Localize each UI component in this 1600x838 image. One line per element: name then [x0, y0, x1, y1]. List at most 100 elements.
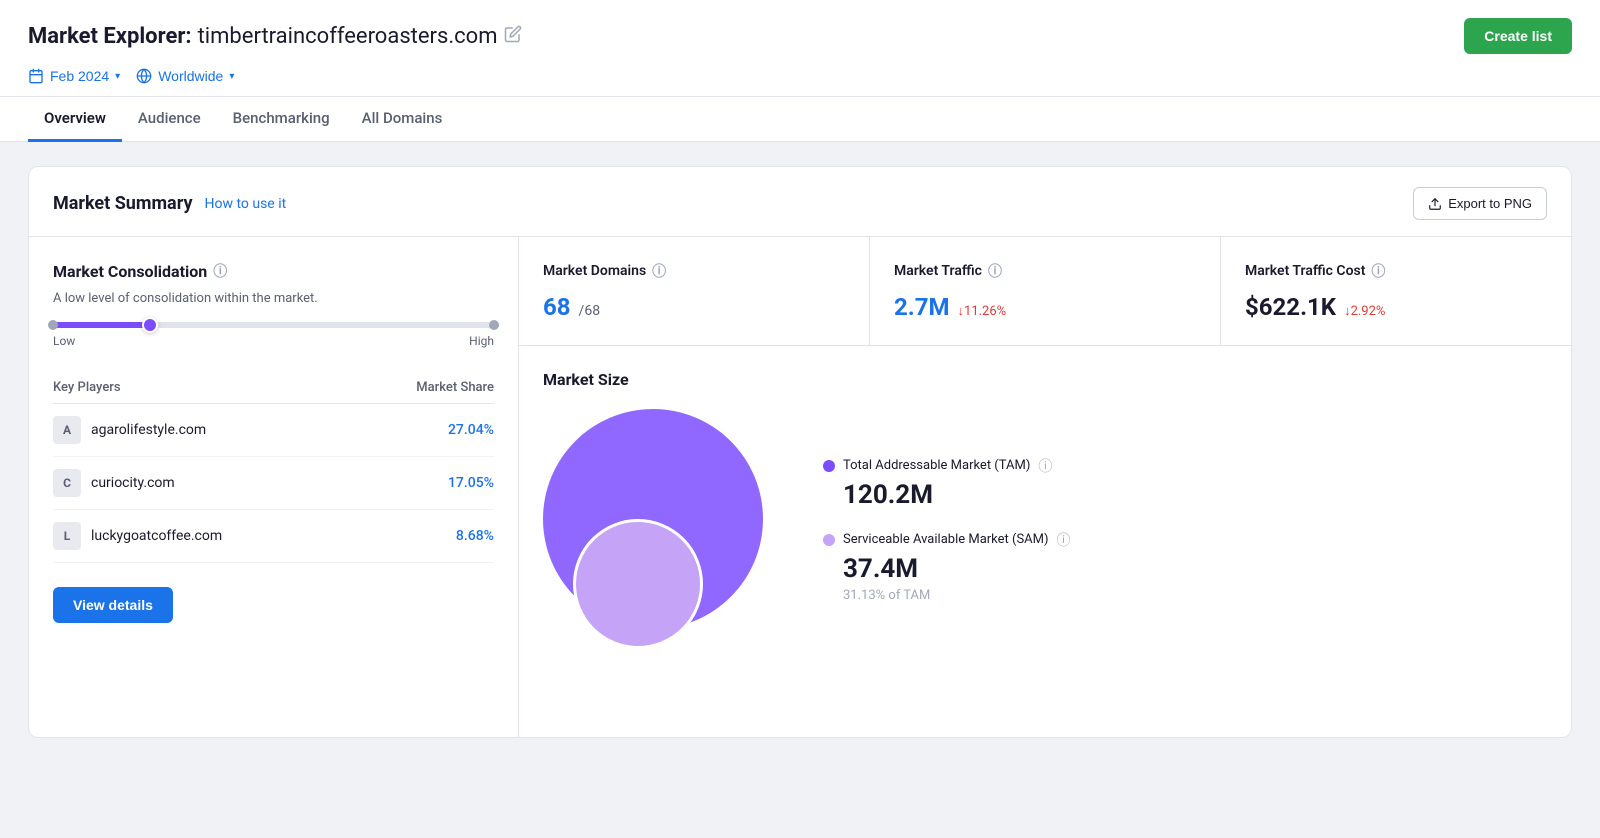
market-traffic-cost-label: Market Traffic Cost ⓘ	[1245, 261, 1547, 281]
tab-overview[interactable]: Overview	[28, 97, 122, 142]
market-domains-stat: Market Domains ⓘ 68 /68	[519, 237, 870, 345]
region-filter-label: Worldwide	[158, 68, 223, 84]
card-body: Market Consolidation ⓘ A low level of co…	[29, 237, 1571, 737]
sam-dot	[823, 534, 835, 546]
main-content: Market Summary How to use it Export to P…	[0, 142, 1600, 762]
market-size-section: Market Size Total Addressable Market (TA…	[519, 346, 1571, 673]
market-traffic-change: ↓11.26%	[958, 303, 1007, 319]
tam-info-icon[interactable]: ⓘ	[1038, 456, 1052, 476]
date-chevron-icon: ▾	[115, 71, 120, 82]
stats-row: Market Domains ⓘ 68 /68 Market Traffic ⓘ	[519, 237, 1571, 346]
tam-value: 120.2M	[843, 480, 1071, 510]
sam-value: 37.4M	[843, 554, 1071, 584]
consolidation-slider	[53, 322, 494, 328]
market-domains-label: Market Domains ⓘ	[543, 261, 845, 281]
date-filter-button[interactable]: Feb 2024 ▾	[28, 68, 120, 84]
tam-dot	[823, 460, 835, 472]
domains-info-icon[interactable]: ⓘ	[652, 261, 666, 281]
traffic-info-icon[interactable]: ⓘ	[988, 261, 1002, 281]
market-traffic-cost-change: ↓2.92%	[1344, 303, 1385, 319]
slider-right-dot	[489, 320, 499, 330]
market-traffic-value: 2.7M	[894, 293, 950, 321]
calendar-icon	[28, 68, 44, 84]
market-summary-card: Market Summary How to use it Export to P…	[28, 166, 1572, 738]
slider-track	[53, 322, 494, 328]
consolidation-description: A low level of consolidation within the …	[53, 291, 494, 306]
sam-legend-item: Serviceable Available Market (SAM) ⓘ 37.…	[823, 530, 1071, 603]
market-traffic-cost-value-row: $622.1K ↓2.92%	[1245, 293, 1547, 321]
slider-left-dot	[48, 320, 58, 330]
sam-label-row: Serviceable Available Market (SAM) ⓘ	[823, 530, 1071, 550]
main-nav: Overview Audience Benchmarking All Domai…	[0, 96, 1600, 141]
filters-row: Feb 2024 ▾ Worldwide ▾	[28, 68, 1572, 96]
consolidation-title: Market Consolidation ⓘ	[53, 261, 494, 281]
player-left: C curiocity.com	[53, 469, 175, 497]
tam-label: Total Addressable Market (TAM)	[843, 458, 1030, 473]
market-traffic-cost-stat: Market Traffic Cost ⓘ $622.1K ↓2.92%	[1221, 237, 1571, 345]
player-left: A agarolifestyle.com	[53, 416, 206, 444]
create-list-button[interactable]: Create list	[1464, 18, 1572, 54]
page-title: Market Explorer: timbertraincoffeeroaste…	[28, 24, 522, 49]
market-size-title: Market Size	[543, 370, 1547, 389]
tam-legend-item: Total Addressable Market (TAM) ⓘ 120.2M	[823, 456, 1071, 510]
slider-low-label: Low	[53, 334, 75, 348]
player-domain: agarolifestyle.com	[91, 422, 206, 438]
player-domain: luckygoatcoffee.com	[91, 528, 222, 544]
player-domain: curiocity.com	[91, 475, 175, 491]
sam-sub: 31.13% of TAM	[843, 588, 1071, 603]
player-share: 27.04%	[448, 422, 494, 438]
tam-label-row: Total Addressable Market (TAM) ⓘ	[823, 456, 1071, 476]
table-row: C curiocity.com 17.05%	[53, 457, 494, 510]
player-share: 8.68%	[456, 528, 494, 544]
avatar: A	[53, 416, 81, 444]
consolidation-info-icon[interactable]: ⓘ	[213, 261, 227, 281]
sam-circle	[573, 519, 703, 649]
avatar: C	[53, 469, 81, 497]
market-traffic-value-row: 2.7M ↓11.26%	[894, 293, 1196, 321]
slider-high-label: High	[469, 334, 494, 348]
header-top-row: Market Explorer: timbertraincoffeeroaste…	[28, 18, 1572, 54]
market-domains-value: 68	[543, 293, 571, 321]
avatar: L	[53, 522, 81, 550]
slider-thumb	[142, 317, 158, 333]
date-filter-label: Feb 2024	[50, 68, 109, 84]
market-size-content: Total Addressable Market (TAM) ⓘ 120.2M …	[543, 409, 1547, 649]
tab-benchmarking[interactable]: Benchmarking	[217, 97, 346, 142]
slider-fill	[53, 322, 150, 328]
export-button[interactable]: Export to PNG	[1413, 187, 1547, 220]
player-share: 17.05%	[448, 475, 494, 491]
edit-icon[interactable]	[504, 25, 522, 47]
col-share-label: Market Share	[416, 380, 494, 395]
page-header: Market Explorer: timbertraincoffeeroaste…	[0, 0, 1600, 142]
slider-labels: Low High	[53, 334, 494, 348]
key-players-table: Key Players Market Share A agarolifestyl…	[53, 372, 494, 563]
traffic-cost-info-icon[interactable]: ⓘ	[1371, 261, 1385, 281]
market-traffic-stat: Market Traffic ⓘ 2.7M ↓11.26%	[870, 237, 1221, 345]
export-label: Export to PNG	[1448, 196, 1532, 211]
sam-label: Serviceable Available Market (SAM)	[843, 532, 1049, 547]
region-chevron-icon: ▾	[229, 71, 234, 82]
right-panel: Market Domains ⓘ 68 /68 Market Traffic ⓘ	[519, 237, 1571, 737]
market-domains-value-row: 68 /68	[543, 293, 845, 321]
tab-all-domains[interactable]: All Domains	[346, 97, 459, 142]
region-filter-button[interactable]: Worldwide ▾	[136, 68, 234, 84]
card-header-left: Market Summary How to use it	[53, 193, 286, 214]
view-details-button[interactable]: View details	[53, 587, 173, 623]
tab-audience[interactable]: Audience	[122, 97, 217, 142]
left-panel: Market Consolidation ⓘ A low level of co…	[29, 237, 519, 737]
card-title: Market Summary	[53, 193, 193, 214]
market-traffic-cost-value: $622.1K	[1245, 293, 1336, 321]
card-header: Market Summary How to use it Export to P…	[29, 167, 1571, 237]
table-row: L luckygoatcoffee.com 8.68%	[53, 510, 494, 563]
title-prefix: Market Explorer:	[28, 24, 192, 49]
market-domains-sub: /68	[579, 303, 601, 319]
table-row: A agarolifestyle.com 27.04%	[53, 404, 494, 457]
title-domain: timbertraincoffeeroasters.com	[198, 24, 498, 49]
venn-diagram	[543, 409, 783, 649]
key-players-header: Key Players Market Share	[53, 372, 494, 404]
upload-icon	[1428, 197, 1442, 211]
how-to-use-link[interactable]: How to use it	[205, 196, 287, 212]
globe-icon	[136, 68, 152, 84]
market-traffic-label: Market Traffic ⓘ	[894, 261, 1196, 281]
sam-info-icon[interactable]: ⓘ	[1057, 530, 1071, 550]
